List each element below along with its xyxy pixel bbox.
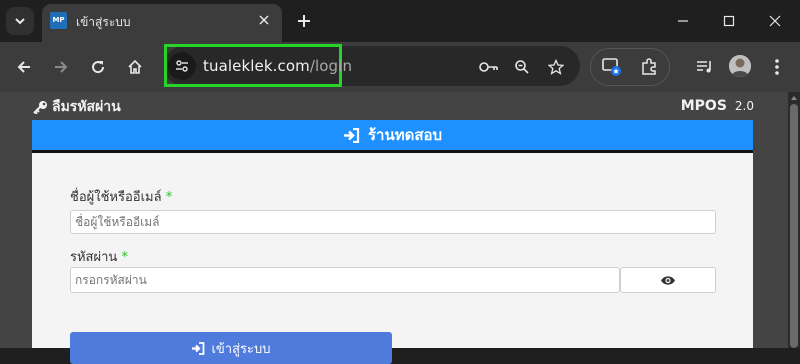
username-label-text: ชื่อผู้ใช้หรืออีเมล์	[70, 190, 162, 205]
key-icon	[479, 62, 498, 72]
brand-name: MPOS	[680, 98, 727, 114]
puzzle-icon	[642, 58, 656, 75]
tune-icon	[176, 60, 188, 72]
password-label: รหัสผ่าน *	[70, 246, 128, 267]
minimize-icon	[678, 20, 688, 22]
sign-in-icon	[343, 127, 360, 143]
page-viewport: ลืมรหัสผ่าน MPOS 2.0 ร้านทดสอบ ชื่อผู้ใช้…	[0, 92, 788, 364]
login-card: ร้านทดสอบ ชื่อผู้ใช้หรืออีเมล์ * รหัสผ่า…	[32, 120, 753, 364]
maximize-button[interactable]	[706, 0, 752, 42]
zoom-out-icon	[515, 60, 529, 74]
forgot-password-label: ลืมรหัสผ่าน	[52, 99, 121, 115]
scrollbar-thumb[interactable]	[790, 104, 798, 348]
login-button[interactable]: เข้าสู่ระบบ	[70, 332, 392, 364]
required-mark: *	[121, 250, 128, 265]
maximize-icon	[723, 15, 735, 27]
media-control-button[interactable]	[692, 54, 718, 80]
star-icon	[548, 59, 564, 75]
password-label-text: รหัสผ่าน	[70, 250, 118, 265]
cast-extension-button[interactable]	[599, 54, 625, 80]
back-button[interactable]	[11, 54, 37, 80]
extensions-button[interactable]	[636, 54, 662, 80]
plus-icon	[298, 15, 310, 27]
profile-avatar[interactable]	[729, 55, 751, 77]
tab-close-button[interactable]	[254, 10, 274, 30]
url-path: /login	[309, 57, 353, 75]
password-input[interactable]	[70, 267, 620, 293]
page-scrollbar[interactable]	[788, 92, 800, 348]
app-brand: MPOS 2.0	[681, 98, 754, 114]
login-button-label: เข้าสู่ระบบ	[211, 341, 271, 357]
shop-name: ร้านทดสอบ	[367, 126, 443, 144]
reload-icon	[92, 61, 105, 74]
close-icon	[259, 15, 269, 25]
minimize-button[interactable]	[660, 0, 706, 42]
screen-star-icon	[602, 58, 621, 76]
url-text[interactable]: tualeklek.com/login	[203, 57, 352, 75]
show-password-button[interactable]	[620, 267, 716, 293]
url-host: tualeklek.com	[203, 57, 310, 75]
active-tab[interactable]: MP เข้าสู่ระบบ	[42, 4, 282, 42]
queue-music-icon	[697, 61, 711, 73]
eye-icon	[661, 275, 675, 285]
new-tab-button[interactable]	[292, 9, 316, 33]
tab-strip: MP เข้าสู่ระบบ	[0, 0, 800, 42]
zoom-button[interactable]	[509, 54, 535, 80]
more-vert-icon	[775, 59, 779, 75]
sign-in-icon	[192, 341, 205, 355]
required-mark: *	[165, 190, 173, 205]
site-favicon-icon: MP	[50, 12, 67, 29]
password-key-button[interactable]	[476, 54, 502, 80]
forgot-password-link[interactable]: ลืมรหัสผ่าน	[32, 96, 121, 118]
brand-version: 2.0	[734, 99, 754, 113]
chevron-down-icon	[15, 18, 25, 25]
user-photo-icon	[729, 55, 751, 77]
tab-search-button[interactable]	[6, 7, 34, 35]
browser-menu-button[interactable]	[764, 54, 790, 80]
arrow-left-icon	[17, 61, 30, 73]
browser-toolbar: tualeklek.com/login	[0, 42, 800, 92]
forward-button[interactable]	[48, 54, 74, 80]
bookmark-button[interactable]	[543, 54, 569, 80]
site-info-button[interactable]	[168, 52, 196, 80]
reload-button[interactable]	[85, 54, 111, 80]
arrow-right-icon	[55, 61, 68, 73]
close-window-button[interactable]	[752, 0, 798, 42]
scroll-up-icon	[791, 96, 797, 100]
home-icon	[128, 59, 142, 74]
close-window-icon	[769, 15, 781, 27]
card-header: ร้านทดสอบ	[32, 120, 753, 153]
tab-title: เข้าสู่ระบบ	[76, 15, 131, 29]
home-button[interactable]	[122, 54, 148, 80]
username-label: ชื่อผู้ใช้หรืออีเมล์ *	[70, 186, 172, 207]
key-icon	[33, 101, 47, 114]
username-input[interactable]	[70, 210, 716, 234]
